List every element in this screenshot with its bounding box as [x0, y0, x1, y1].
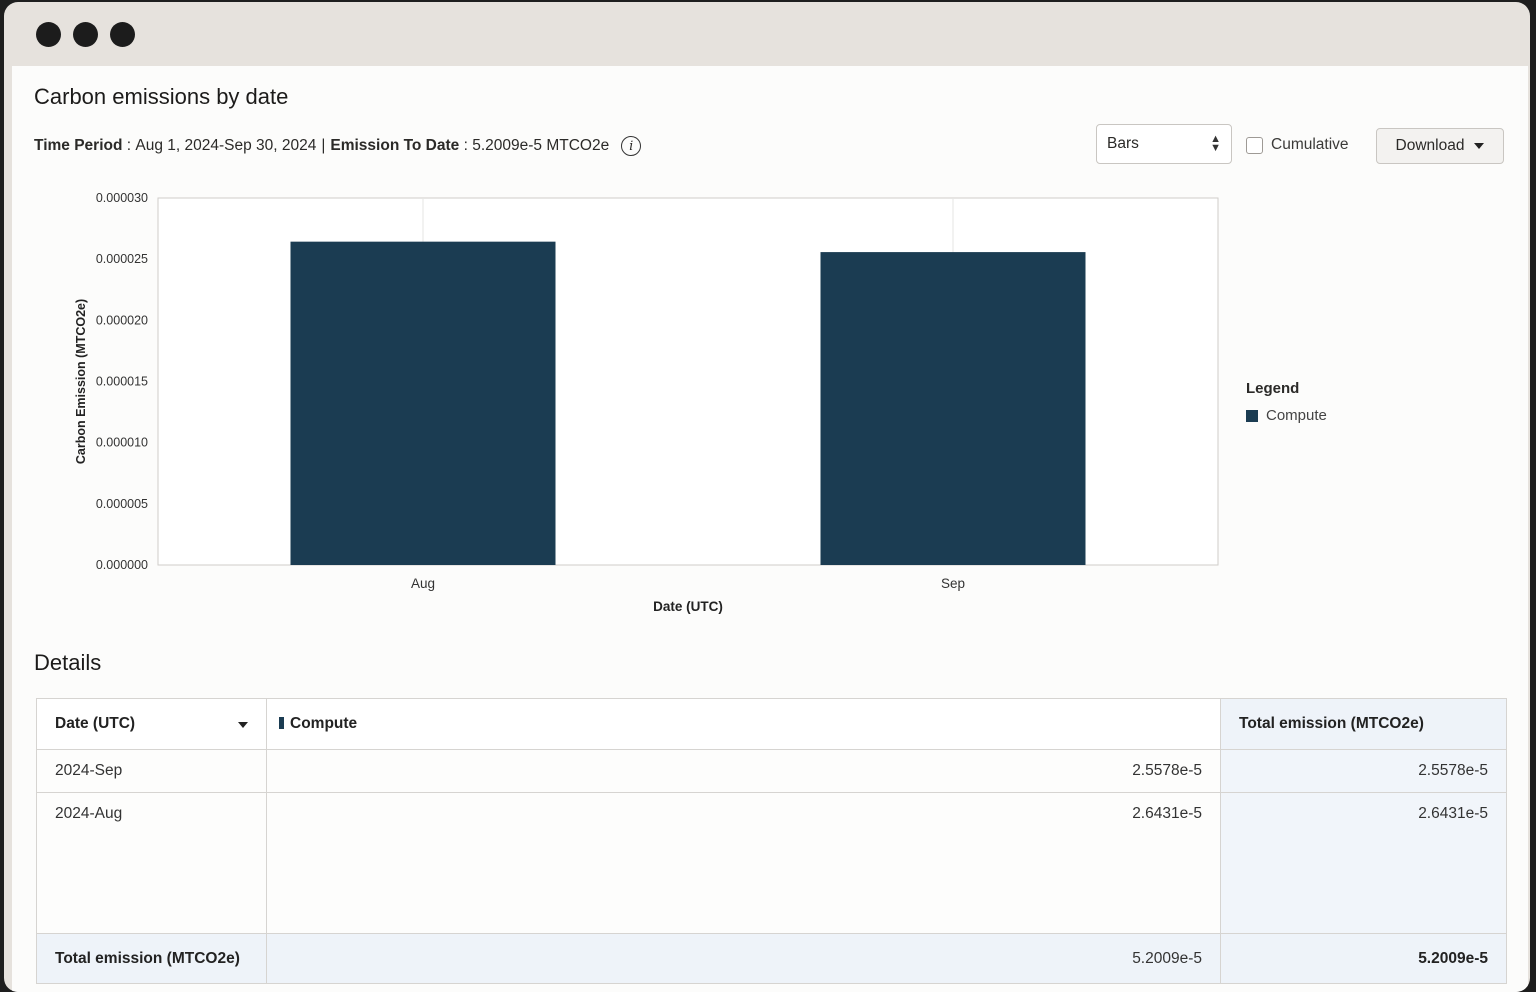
window-controls	[36, 22, 135, 47]
x-tick-label: Aug	[411, 576, 435, 591]
emissions-bar-chart: 0.000000 0.000005 0.000010 0.000015 0.000020…	[74, 191, 1219, 614]
chevron-up-down-icon: ▲ ▼	[1210, 133, 1221, 154]
caret-down-icon	[1474, 143, 1485, 149]
cell-date: 2024-Sep	[36, 749, 267, 793]
cumulative-toggle[interactable]: Cumulative	[1246, 136, 1349, 154]
column-header-date[interactable]: Date (UTC)	[36, 698, 267, 750]
x-tick-label: Sep	[941, 576, 965, 591]
column-header-compute-label: Compute	[290, 715, 358, 732]
maximize-window-button[interactable]	[110, 22, 135, 47]
chart-legend: Legend Compute	[1246, 380, 1327, 424]
y-tick-label: 0.000015	[96, 375, 148, 389]
footer-compute: 5.2009e-5	[266, 933, 1221, 984]
footer-total: 5.2009e-5	[1220, 933, 1507, 984]
column-header-total[interactable]: Total emission (MTCO2e)	[1220, 698, 1507, 750]
download-label: Download	[1395, 137, 1465, 154]
cell-date: 2024-Aug	[36, 792, 267, 934]
details-title: Details	[34, 650, 102, 675]
legend-title: Legend	[1246, 380, 1300, 397]
table-row: 2024-Sep 2.5578e-5 2.5578e-5	[36, 749, 1507, 793]
column-header-date-label: Date (UTC)	[55, 715, 136, 732]
emission-label: Emission To Date	[330, 137, 460, 154]
main-content: Carbon emissions by date Time Period : A…	[12, 66, 1528, 992]
chart-type-select[interactable]: Bars ▲ ▼	[1096, 124, 1232, 164]
separator: |	[321, 137, 326, 154]
footer-label: Total emission (MTCO2e)	[36, 933, 267, 984]
y-tick-label: 0.000025	[96, 252, 148, 266]
colon: :	[459, 137, 473, 154]
chart-type-value: Bars	[1107, 135, 1139, 152]
series-swatch	[279, 717, 284, 729]
summary-line: Time Period : Aug 1, 2024-Sep 30, 2024 |…	[34, 136, 642, 156]
y-tick-label: 0.000020	[96, 313, 148, 327]
legend-swatch	[1246, 409, 1258, 422]
y-tick-label: 0.000010	[96, 436, 148, 450]
cumulative-checkbox[interactable]	[1246, 136, 1263, 154]
app-window: Carbon emissions by date Time Period : A…	[4, 2, 1530, 992]
colon: :	[122, 137, 136, 154]
table-row: 2024-Aug 2.6431e-5 2.6431e-5	[36, 792, 1507, 934]
time-period-label: Time Period	[34, 137, 123, 154]
bar-aug	[290, 241, 556, 565]
x-axis-title: Date (UTC)	[653, 599, 723, 614]
cell-compute: 2.5578e-5	[266, 749, 1221, 793]
table-footer-row: Total emission (MTCO2e) 5.2009e-5 5.2009…	[36, 933, 1507, 984]
y-tick-label: 0.000030	[96, 191, 148, 205]
details-table: Date (UTC) Compute Total emission (MTCO2…	[36, 698, 1507, 984]
close-window-button[interactable]	[36, 22, 61, 47]
sort-caret-icon[interactable]	[238, 722, 248, 728]
cell-compute: 2.6431e-5	[266, 792, 1221, 934]
table-header-row: Date (UTC) Compute Total emission (MTCO2…	[36, 698, 1507, 750]
y-tick-label: 0.000000	[96, 558, 148, 572]
minimize-window-button[interactable]	[73, 22, 98, 47]
y-tick-label: 0.000005	[96, 497, 148, 511]
legend-label: Compute	[1266, 407, 1327, 424]
emission-value: 5.2009e-5 MTCO2e	[472, 137, 610, 154]
legend-item-compute[interactable]: Compute	[1246, 407, 1327, 424]
y-axis-title: Carbon Emission (MTCO2e)	[74, 299, 88, 464]
download-button[interactable]: Download	[1376, 128, 1504, 164]
page-title: Carbon emissions by date	[34, 84, 289, 109]
info-icon[interactable]: i	[621, 136, 642, 156]
cell-total: 2.6431e-5	[1220, 792, 1507, 934]
column-header-compute[interactable]: Compute	[266, 698, 1221, 750]
time-period-value: Aug 1, 2024-Sep 30, 2024	[135, 137, 317, 154]
cumulative-label: Cumulative	[1271, 136, 1349, 153]
cell-total: 2.5578e-5	[1220, 749, 1507, 793]
bar-sep	[820, 252, 1086, 565]
